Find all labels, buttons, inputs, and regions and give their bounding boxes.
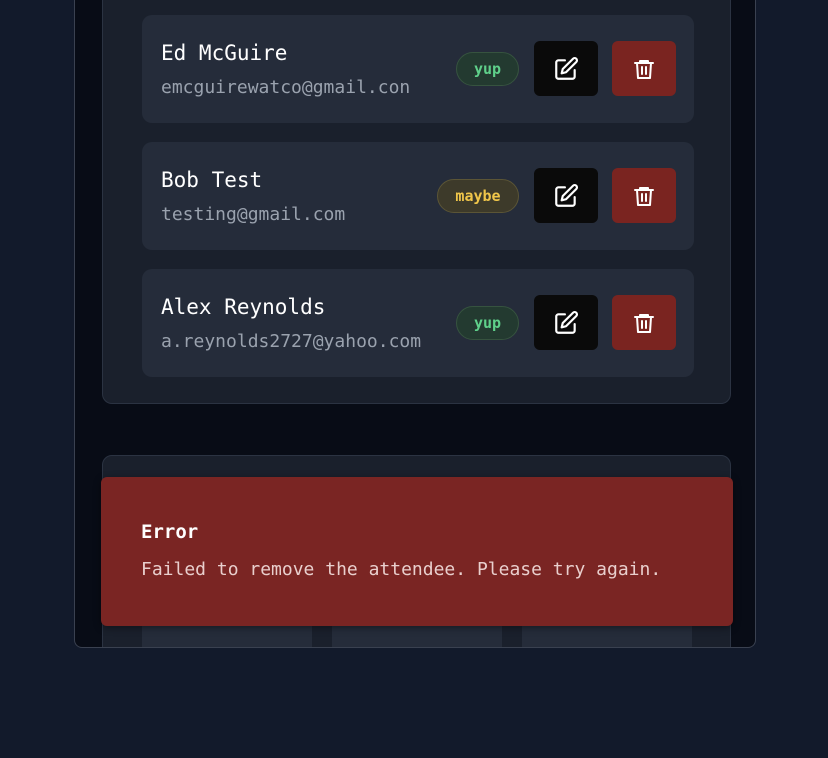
trash-icon [634, 186, 654, 206]
edit-icon [555, 56, 578, 80]
attendee-name: Ed McGuire [161, 41, 288, 65]
error-toast: Error Failed to remove the attendee. Ple… [101, 477, 733, 626]
status-badge: maybe [437, 179, 519, 213]
attendee-list-card: Ed McGuire emcguirewatco@gmail.con yup B… [102, 0, 731, 404]
attendee-name: Bob Test [161, 168, 263, 192]
attendee-row: Bob Test testing@gmail.com maybe [142, 142, 694, 250]
trash-icon [634, 59, 654, 79]
delete-button[interactable] [612, 168, 676, 223]
edit-button[interactable] [534, 168, 598, 223]
trash-icon [634, 313, 654, 333]
status-badge: yup [456, 306, 519, 340]
attendee-row: Ed McGuire emcguirewatco@gmail.con yup [142, 15, 694, 123]
edit-button[interactable] [534, 41, 598, 96]
attendee-name: Alex Reynolds [161, 295, 326, 319]
modal-panel: Ed McGuire emcguirewatco@gmail.con yup B… [74, 0, 756, 648]
error-message: Failed to remove the attendee. Please tr… [141, 559, 662, 580]
edit-button[interactable] [534, 295, 598, 350]
delete-button[interactable] [612, 41, 676, 96]
edit-icon [555, 183, 578, 207]
attendee-row: Alex Reynolds a.reynolds2727@yahoo.com y… [142, 269, 694, 377]
attendee-email: emcguirewatco@gmail.con [161, 77, 411, 98]
attendee-email: testing@gmail.com [161, 204, 346, 225]
delete-button[interactable] [612, 295, 676, 350]
edit-icon [555, 310, 578, 334]
status-badge: yup [456, 52, 519, 86]
error-title: Error [141, 521, 199, 543]
attendee-email: a.reynolds2727@yahoo.com [161, 331, 422, 352]
